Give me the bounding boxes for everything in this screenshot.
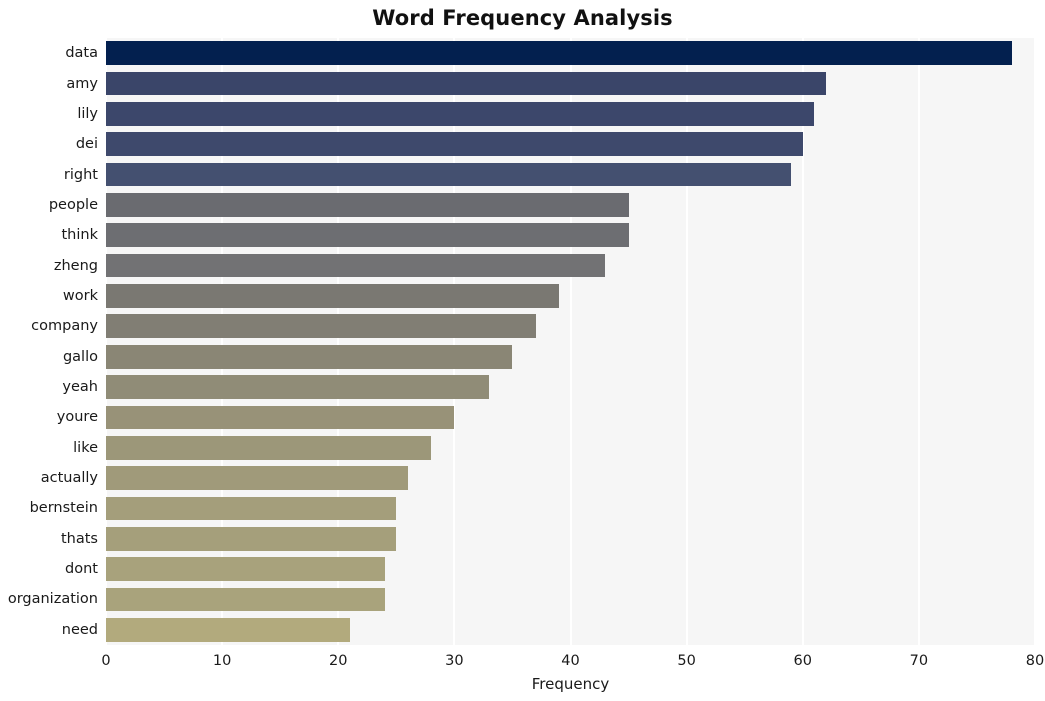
y-tick-label-thats: thats [60, 530, 98, 547]
x-tick-label-80: 80 [1025, 653, 1045, 669]
x-tick-label-60: 60 [793, 653, 812, 669]
bar-row [106, 314, 1035, 339]
bar-row [106, 587, 1035, 612]
y-tick-label-bernstein: bernstein [29, 500, 98, 517]
page-title: Word Frequency Analysis [372, 6, 673, 30]
bar-work[interactable] [106, 284, 559, 308]
bar-row [106, 435, 1035, 460]
bar-organization[interactable] [106, 587, 385, 612]
y-tick-label-amy: amy [66, 75, 98, 92]
bar-row [106, 526, 1035, 551]
bar-row [106, 617, 1035, 642]
bar-like[interactable] [106, 435, 432, 460]
bar-row [106, 496, 1035, 521]
bar-row [106, 41, 1035, 65]
bar-yeah[interactable] [106, 375, 490, 399]
x-axis-tick-labels: 0 10 20 30 40 50 60 70 80 [0, 652, 1045, 674]
bar-row [106, 193, 1035, 217]
bar-youre[interactable] [106, 405, 455, 430]
bar-company[interactable] [106, 314, 536, 339]
y-tick-label-data: data [65, 45, 98, 62]
x-axis-title: Frequency [531, 675, 610, 693]
y-tick-label-dont: dont [65, 561, 98, 578]
plot-area [106, 38, 1035, 645]
bar-thats[interactable] [106, 526, 397, 551]
y-tick-label-lily: lily [77, 105, 98, 122]
bar-bernstein[interactable] [106, 496, 397, 521]
bar-dei[interactable] [106, 132, 803, 157]
bar-need[interactable] [106, 617, 350, 642]
bar-row [106, 344, 1035, 369]
x-tick-label-70: 70 [909, 653, 929, 669]
bar-think[interactable] [106, 223, 629, 248]
bar-row [106, 102, 1035, 126]
bar-amy[interactable] [106, 71, 826, 96]
bar-row [106, 71, 1035, 96]
y-tick-label-dei: dei [75, 136, 98, 153]
bar-row [106, 284, 1035, 308]
bar-row [106, 557, 1035, 581]
y-tick-label-like: like [73, 439, 98, 456]
bar-row [106, 375, 1035, 399]
bar-zheng[interactable] [106, 253, 606, 278]
bar-gallo[interactable] [106, 344, 513, 369]
bar-row [106, 405, 1035, 430]
bar-row [106, 162, 1035, 187]
y-tick-label-think: think [61, 227, 99, 244]
y-tick-label-gallo: gallo [62, 348, 98, 365]
bar-row [106, 253, 1035, 278]
x-tick-label-0: 0 [101, 653, 111, 669]
y-tick-label-actually: actually [40, 470, 98, 487]
bar-lily[interactable] [106, 102, 815, 126]
word-frequency-chart-figure: Word Frequency Analysis data amy lily dei ri… [0, 0, 1045, 701]
x-tick-label-10: 10 [212, 653, 232, 669]
bar-row [106, 132, 1035, 157]
y-axis-tick-labels: data amy lily dei right people think zheng work c… [0, 38, 98, 645]
y-tick-label-organization: organization [7, 591, 98, 608]
bar-people[interactable] [106, 193, 629, 217]
x-tick-label-50: 50 [677, 653, 696, 669]
bar-row [106, 223, 1035, 248]
y-tick-label-need: need [61, 621, 98, 638]
y-tick-label-yeah: yeah [62, 379, 98, 396]
y-tick-label-youre: youre [56, 409, 98, 426]
x-tick-label-40: 40 [561, 653, 580, 669]
bar-series [106, 38, 1035, 645]
y-tick-label-zheng: zheng [53, 257, 98, 274]
x-tick-label-20: 20 [329, 653, 348, 669]
x-tick-label-30: 30 [445, 653, 464, 669]
bar-row [106, 466, 1035, 490]
y-tick-label-company: company [31, 318, 98, 335]
y-tick-label-right: right [63, 166, 98, 183]
bar-actually[interactable] [106, 466, 408, 490]
y-tick-label-people: people [48, 196, 98, 213]
bar-data[interactable] [106, 41, 1012, 65]
y-tick-label-work: work [62, 287, 98, 304]
bar-dont[interactable] [106, 557, 385, 581]
bar-right[interactable] [106, 162, 792, 187]
